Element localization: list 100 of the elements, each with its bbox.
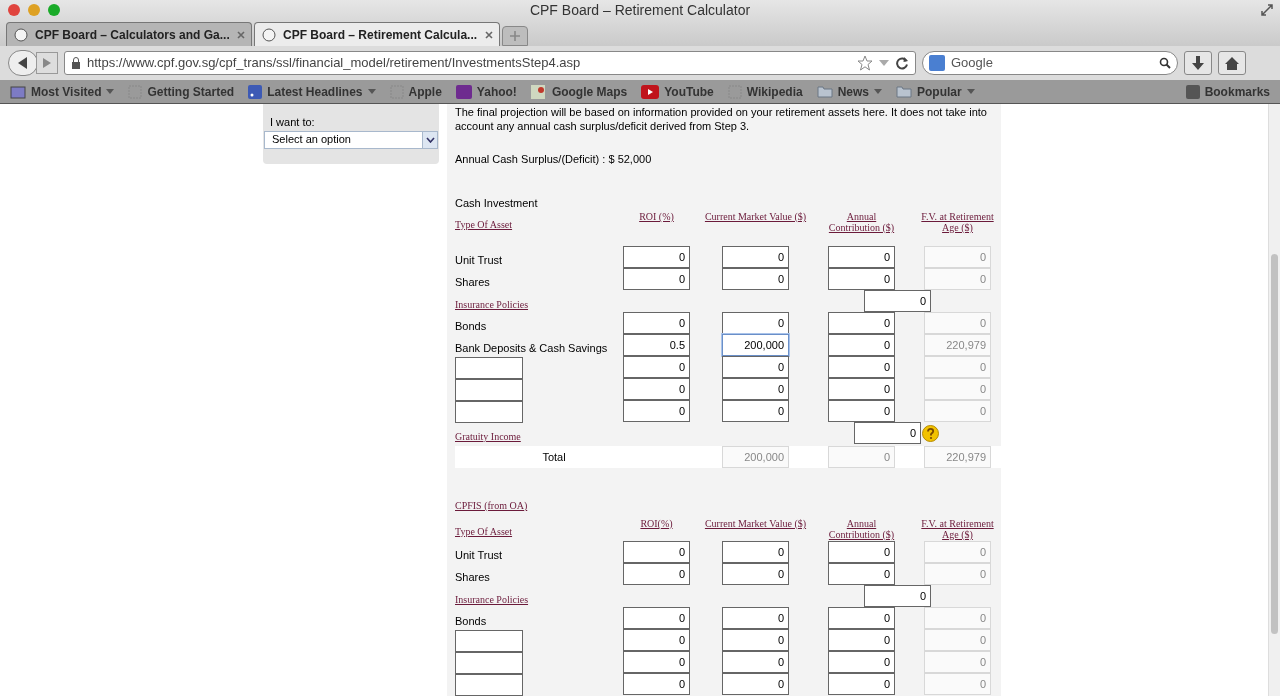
asset-name-field[interactable]: [455, 379, 523, 401]
asset-name-field[interactable]: [455, 630, 523, 652]
home-button[interactable]: [1218, 51, 1246, 75]
asset-link[interactable]: Insurance Policies: [455, 299, 529, 310]
column-header[interactable]: Current Market Value ($): [690, 518, 821, 529]
column-header[interactable]: Annual Contribution ($): [821, 518, 902, 540]
address-bar[interactable]: https://www.cpf.gov.sg/cpf_trans/ssl/financial_model/retirement/InvestmentsStep4.asp: [64, 51, 916, 75]
browser-tab[interactable]: CPF Board – Retirement Calcula...: [254, 22, 500, 46]
number-field[interactable]: 0: [623, 268, 690, 290]
fullscreen-icon[interactable]: [1260, 3, 1274, 17]
number-field[interactable]: 0: [828, 312, 895, 334]
number-field[interactable]: 0: [828, 673, 895, 695]
number-field[interactable]: 0: [828, 268, 895, 290]
asset-name-field[interactable]: [455, 357, 523, 379]
number-field[interactable]: 0: [623, 629, 690, 651]
column-header[interactable]: F.V. at Retirement Age ($): [915, 211, 1000, 233]
help-icon[interactable]: [922, 424, 939, 442]
number-field[interactable]: 0: [828, 651, 895, 673]
number-field[interactable]: 0: [623, 607, 690, 629]
number-field[interactable]: 0: [924, 629, 991, 651]
number-field[interactable]: 0: [722, 356, 789, 378]
bookmark-item[interactable]: News: [816, 82, 883, 101]
reload-icon[interactable]: [895, 56, 909, 70]
number-field[interactable]: 0: [828, 356, 895, 378]
number-field[interactable]: 0: [623, 356, 690, 378]
column-header[interactable]: ROI (%): [626, 211, 687, 222]
number-field[interactable]: 0: [828, 541, 895, 563]
number-field[interactable]: 0: [924, 378, 991, 400]
number-field[interactable]: 0: [924, 268, 991, 290]
number-field[interactable]: 0: [924, 541, 991, 563]
bookmark-item[interactable]: Google Maps: [530, 82, 628, 101]
column-header[interactable]: Current Market Value ($): [690, 211, 821, 222]
bookmarks-menu[interactable]: Bookmarks: [1185, 82, 1270, 101]
download-button[interactable]: [1184, 51, 1212, 75]
number-field[interactable]: 0: [623, 541, 690, 563]
column-header[interactable]: Annual Contribution ($): [821, 211, 902, 233]
number-field[interactable]: 200,000: [722, 334, 789, 356]
number-field[interactable]: 0: [722, 246, 789, 268]
number-field[interactable]: 0: [722, 629, 789, 651]
number-field[interactable]: 0: [924, 356, 991, 378]
number-field[interactable]: 0: [623, 378, 690, 400]
column-header[interactable]: Type Of Asset: [455, 526, 513, 537]
number-field[interactable]: 0: [722, 312, 789, 334]
number-field[interactable]: 0: [828, 378, 895, 400]
column-header[interactable]: ROI(%): [626, 518, 687, 529]
number-field[interactable]: 220,979: [924, 446, 991, 468]
column-header[interactable]: Type Of Asset: [455, 219, 513, 230]
bookmark-item[interactable]: YouTube: [641, 82, 714, 101]
number-field[interactable]: 0: [828, 446, 895, 468]
bookmark-item[interactable]: Popular: [896, 82, 975, 101]
number-field[interactable]: 0: [864, 290, 931, 312]
number-field[interactable]: 0: [623, 673, 690, 695]
number-field[interactable]: 0: [864, 585, 931, 607]
number-field[interactable]: 0: [623, 651, 690, 673]
number-field[interactable]: 0: [854, 422, 921, 444]
number-field[interactable]: 0: [722, 400, 789, 422]
search-field[interactable]: Google: [922, 51, 1178, 75]
number-field[interactable]: 0: [722, 378, 789, 400]
asset-name-field[interactable]: [455, 401, 523, 423]
number-field[interactable]: 0: [623, 563, 690, 585]
number-field[interactable]: 0: [828, 246, 895, 268]
number-field[interactable]: 0: [722, 651, 789, 673]
asset-name-field[interactable]: [455, 674, 523, 696]
number-field[interactable]: 220,979: [924, 334, 991, 356]
number-field[interactable]: 0: [924, 312, 991, 334]
number-field[interactable]: 0: [722, 673, 789, 695]
column-header[interactable]: F.V. at Retirement Age ($): [915, 518, 1000, 540]
bookmark-item[interactable]: Latest Headlines: [248, 82, 376, 101]
number-field[interactable]: 0: [623, 312, 690, 334]
number-field[interactable]: 0: [623, 246, 690, 268]
section-link[interactable]: CPFIS (from OA): [455, 499, 528, 512]
scrollbar-thumb[interactable]: [1271, 254, 1278, 634]
back-button[interactable]: [8, 50, 38, 76]
number-field[interactable]: 200,000: [722, 446, 789, 468]
close-button[interactable]: [8, 4, 20, 16]
number-field[interactable]: 0: [924, 400, 991, 422]
close-icon[interactable]: [485, 30, 493, 39]
number-field[interactable]: 0: [828, 334, 895, 356]
number-field[interactable]: 0: [924, 651, 991, 673]
number-field[interactable]: 0: [828, 563, 895, 585]
asset-name-field[interactable]: [455, 652, 523, 674]
number-field[interactable]: 0: [924, 607, 991, 629]
number-field[interactable]: 0: [828, 607, 895, 629]
number-field[interactable]: 0: [722, 607, 789, 629]
number-field[interactable]: 0: [722, 541, 789, 563]
number-field[interactable]: 0: [924, 563, 991, 585]
number-field[interactable]: 0: [828, 629, 895, 651]
number-field[interactable]: 0.5: [623, 334, 690, 356]
bookmark-item[interactable]: Yahoo!: [455, 82, 517, 101]
number-field[interactable]: 0: [924, 673, 991, 695]
bookmark-item[interactable]: Wikipedia: [727, 82, 803, 101]
star-icon[interactable]: [857, 55, 873, 71]
asset-link[interactable]: Insurance Policies: [455, 594, 529, 605]
number-field[interactable]: 0: [722, 268, 789, 290]
number-field[interactable]: 0: [722, 563, 789, 585]
option-select[interactable]: Select an option: [264, 130, 438, 149]
bookmark-item[interactable]: Getting Started: [128, 82, 235, 101]
number-field[interactable]: 0: [828, 400, 895, 422]
asset-link[interactable]: Gratuity Income: [455, 431, 521, 442]
close-icon[interactable]: [237, 30, 245, 39]
